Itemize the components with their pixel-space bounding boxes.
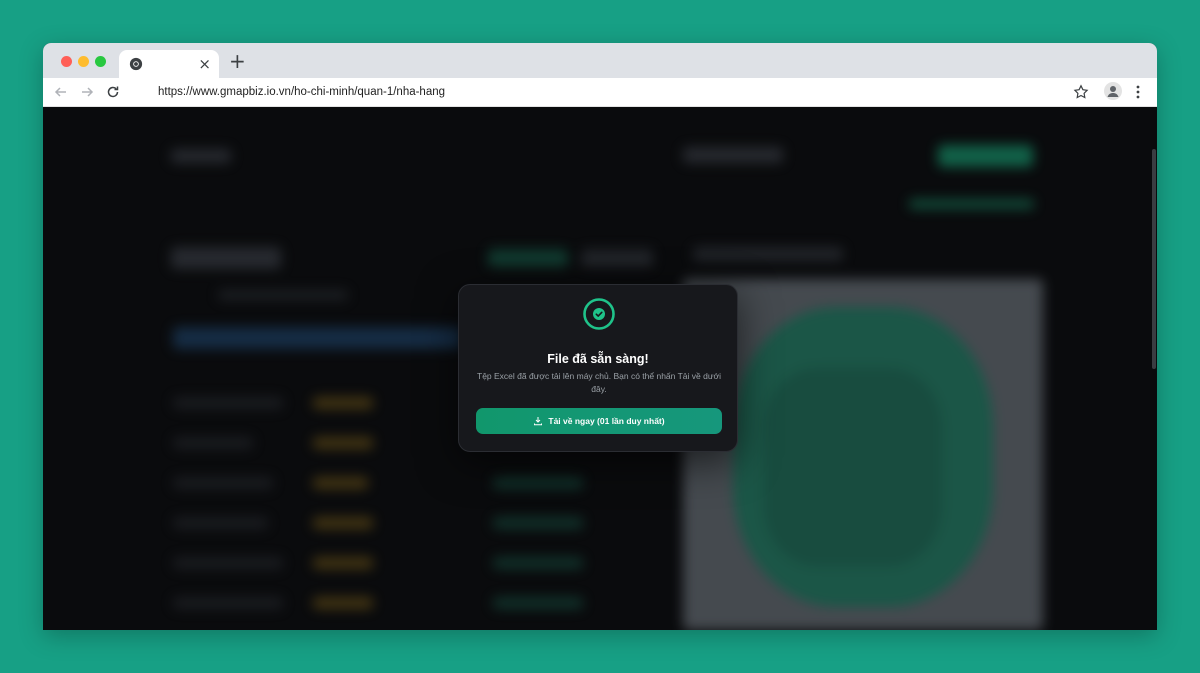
browser-tab[interactable]: × [119, 50, 219, 78]
address-bar[interactable]: https://www.gmapbiz.io.vn/ho-chi-minh/qu… [131, 81, 1091, 104]
browser-toolbar: https://www.gmapbiz.io.vn/ho-chi-minh/qu… [43, 78, 1157, 107]
download-button-label: Tải về ngay (01 lần duy nhất) [548, 416, 665, 426]
download-ready-modal: File đã sẵn sàng! Tệp Excel đã được tải … [458, 284, 738, 452]
profile-icon[interactable] [1104, 82, 1122, 100]
minimize-window-button[interactable] [78, 56, 89, 67]
check-circle-icon [583, 298, 615, 330]
back-arrow-icon[interactable] [53, 84, 69, 100]
reload-icon[interactable] [105, 84, 121, 100]
forward-arrow-icon[interactable] [79, 84, 95, 100]
tab-strip: × + [43, 43, 1157, 78]
url-text: https://www.gmapbiz.io.vn/ho-chi-minh/qu… [158, 86, 446, 98]
browser-window: × + https://www.gmapbiz.io.vn/ho-chi-min… [43, 43, 1157, 630]
close-window-button[interactable] [61, 56, 72, 67]
kebab-menu-icon[interactable] [1134, 84, 1142, 100]
page-viewport: File đã sẵn sàng! Tệp Excel đã được tải … [43, 107, 1157, 630]
download-now-button[interactable]: Tải về ngay (01 lần duy nhất) [476, 408, 722, 434]
maximize-window-button[interactable] [95, 56, 106, 67]
page-scrollbar[interactable] [1152, 149, 1156, 369]
tab-close-button[interactable]: × [198, 55, 211, 73]
chrome-icon [129, 57, 143, 71]
new-tab-button[interactable]: + [229, 51, 246, 71]
star-icon[interactable] [1073, 84, 1089, 100]
download-icon [534, 417, 543, 426]
modal-title: File đã sẵn sàng! [547, 352, 649, 366]
modal-description: Tệp Excel đã được tải lên máy chủ. Bạn c… [477, 371, 721, 394]
